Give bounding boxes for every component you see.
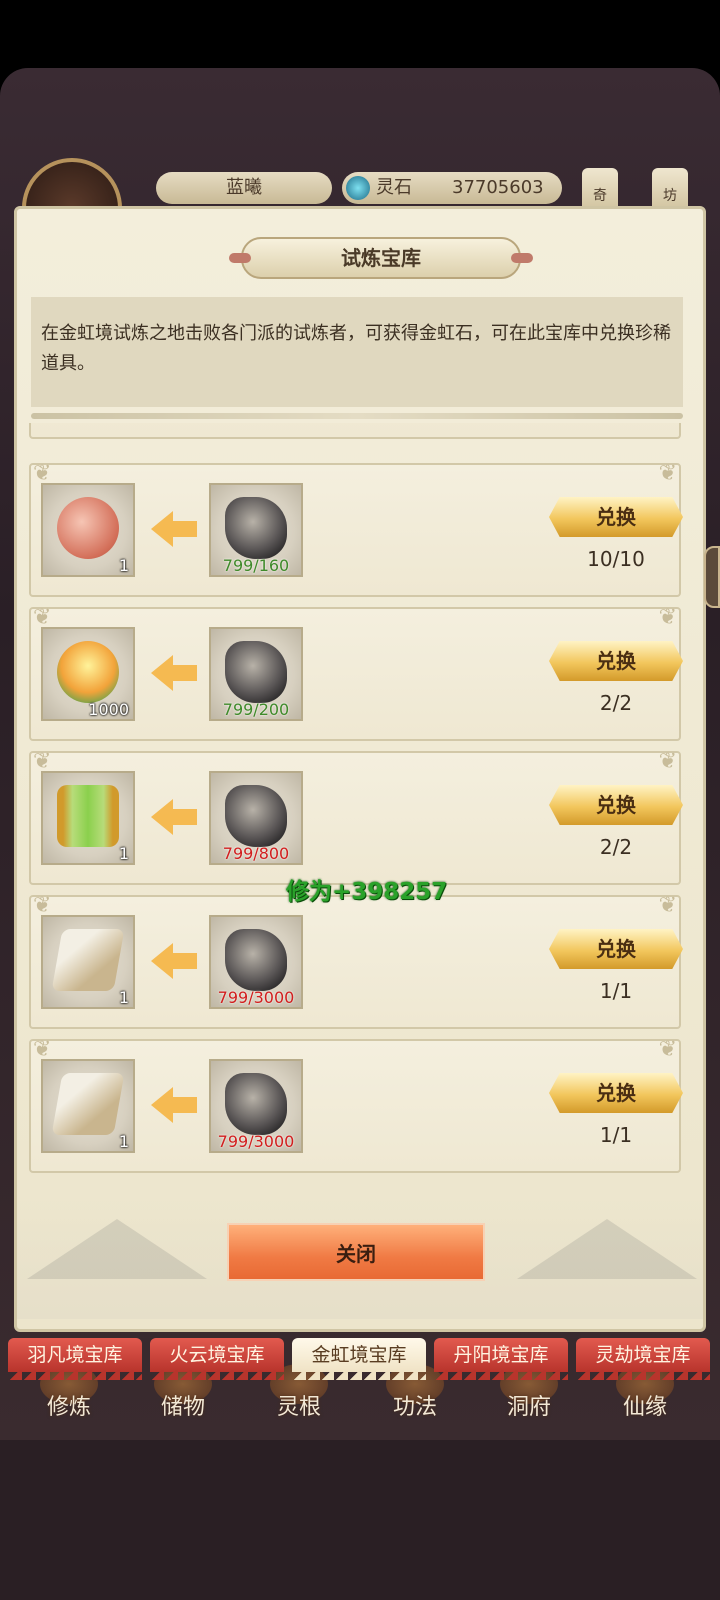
reward-quantity: 1 — [118, 556, 129, 575]
cost-slot[interactable]: 799/800 — [209, 771, 303, 865]
cultivation-gain-popup: 修为+398257 — [286, 879, 448, 905]
nav-item-cave[interactable]: 洞府 — [474, 1364, 584, 1438]
reward-quantity: 1 — [118, 844, 129, 863]
cost-slot[interactable]: 799/3000 — [209, 915, 303, 1009]
cost-amount: 799/3000 — [217, 988, 295, 1007]
close-button[interactable]: 关闭 — [227, 1223, 485, 1281]
reward-slot[interactable]: 1 — [41, 483, 135, 577]
tab-yufan[interactable]: 羽凡境宝库 — [8, 1338, 142, 1380]
exchange-row: 1 799/3000 兑换 1/1 — [29, 1037, 683, 1173]
dialog-description: 在金虹境试炼之地击败各门派的试炼者，可获得金虹石，可在此宝库中兑换珍稀道具。 — [31, 297, 683, 407]
manual-book-icon — [51, 929, 125, 991]
currency-value: 37705603 — [452, 177, 544, 198]
cost-slot[interactable]: 799/160 — [209, 483, 303, 577]
side-handle[interactable] — [704, 546, 720, 608]
nav-item-storage[interactable]: 储物 — [128, 1364, 238, 1438]
cost-amount: 799/3000 — [217, 1132, 295, 1151]
exchange-button[interactable]: 兑换 — [549, 497, 683, 537]
nav-label: 储物 — [160, 1395, 205, 1420]
dialog-title: 试炼宝库 — [229, 237, 533, 279]
nav-label: 修炼 — [46, 1395, 91, 1420]
nav-item-skills[interactable]: 功法 — [360, 1364, 470, 1438]
cost-amount: 799/160 — [222, 556, 290, 575]
exchange-row: 1 799/160 兑换 10/10 — [29, 461, 683, 597]
exchange-row: 1 799/800 兑换 2/2 — [29, 749, 683, 885]
exchange-row: 1000 799/200 兑换 2/2 — [29, 605, 683, 741]
player-name: 蓝曦 — [156, 172, 332, 204]
reward-slot[interactable]: 1000 — [41, 627, 135, 721]
rainbow-stone-icon — [225, 641, 287, 703]
nav-label: 洞府 — [506, 1395, 551, 1420]
tab-jinhong[interactable]: 金虹境宝库 — [292, 1338, 426, 1380]
nav-label: 功法 — [392, 1395, 437, 1420]
reward-slot[interactable]: 1 — [41, 915, 135, 1009]
nav-item-spirit-root[interactable]: 灵根 — [244, 1364, 354, 1438]
background-bottom — [0, 1440, 720, 1600]
treasury-tabs: 羽凡境宝库 火云境宝库 金虹境宝库 丹阳境宝库 灵劫境宝库 — [0, 1338, 720, 1380]
tab-huoyun[interactable]: 火云境宝库 — [150, 1338, 284, 1380]
spirit-fire-icon — [57, 641, 119, 703]
spirit-stone-icon — [346, 176, 370, 200]
rainbow-stone-icon — [225, 1073, 287, 1135]
bottom-nav: 修炼 储物 灵根 功法 洞府 仙缘 — [0, 1364, 720, 1440]
exchange-button[interactable]: 兑换 — [549, 785, 683, 825]
arrow-left-icon — [151, 1087, 197, 1123]
exchange-row-partial — [29, 423, 681, 439]
cost-amount: 799/200 — [222, 700, 290, 719]
arrow-left-icon — [151, 799, 197, 835]
exchange-list[interactable]: 1 799/160 兑换 10/10 1000 799 — [29, 423, 693, 1179]
nav-label: 灵根 — [276, 1395, 321, 1420]
mountain-shape — [27, 1219, 207, 1279]
cost-slot[interactable]: 799/3000 — [209, 1059, 303, 1153]
nav-label: 仙缘 — [622, 1395, 667, 1420]
cost-amount: 799/800 — [222, 844, 290, 863]
tab-linjie[interactable]: 灵劫境宝库 — [576, 1338, 710, 1380]
exchange-button[interactable]: 兑换 — [549, 1073, 683, 1113]
exchange-button[interactable]: 兑换 — [549, 929, 683, 969]
divider — [31, 413, 683, 419]
rainbow-stone-icon — [225, 785, 287, 847]
exchange-limit: 10/10 — [587, 547, 645, 571]
currency-display: 灵石 37705603 — [342, 172, 562, 204]
exchange-button[interactable]: 兑换 — [549, 641, 683, 681]
exchange-limit: 1/1 — [599, 979, 633, 1003]
reward-slot[interactable]: 1 — [41, 771, 135, 865]
exchange-limit: 2/2 — [599, 835, 633, 859]
tab-danyang[interactable]: 丹阳境宝库 — [434, 1338, 568, 1380]
reward-quantity: 1 — [118, 988, 129, 1007]
currency-label: 灵石 — [376, 177, 412, 198]
scroll-icon — [57, 497, 119, 559]
arrow-left-icon — [151, 511, 197, 547]
mountain-shape — [517, 1219, 697, 1279]
reward-slot[interactable]: 1 — [41, 1059, 135, 1153]
arrow-left-icon — [151, 655, 197, 691]
reward-quantity: 1 — [118, 1132, 129, 1151]
rainbow-stone-icon — [225, 929, 287, 991]
treasury-dialog: 试炼宝库 在金虹境试炼之地击败各门派的试炼者，可获得金虹石，可在此宝库中兑换珍稀… — [14, 206, 706, 1332]
game-screen: 蓝曦 灵石 37705603 奇 坊 修炼 储物 灵根 功法 洞府 仙缘 试炼宝… — [0, 0, 720, 1600]
manual-book-icon — [51, 1073, 125, 1135]
jade-banner-icon — [57, 785, 119, 847]
exchange-row: 1 799/3000 兑换 1/1 — [29, 893, 683, 1029]
nav-item-fate[interactable]: 仙缘 — [590, 1364, 700, 1438]
arrow-left-icon — [151, 943, 197, 979]
exchange-limit: 1/1 — [599, 1123, 633, 1147]
reward-quantity: 1000 — [88, 700, 129, 719]
rainbow-stone-icon — [225, 497, 287, 559]
nav-item-cultivate[interactable]: 修炼 — [14, 1364, 124, 1438]
exchange-limit: 2/2 — [599, 691, 633, 715]
cost-slot[interactable]: 799/200 — [209, 627, 303, 721]
